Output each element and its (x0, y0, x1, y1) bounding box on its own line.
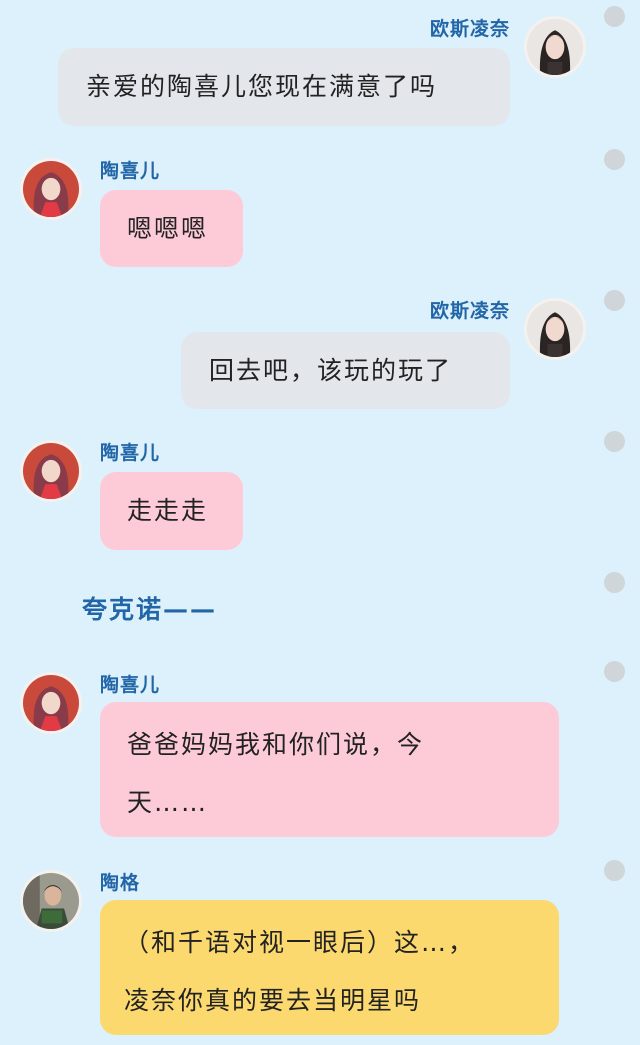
margin-dot (604, 860, 625, 881)
message-line: （和千语对视一眼后）这…， (124, 928, 476, 957)
speaker-name: 陶喜儿 (100, 160, 161, 182)
message-line: 爸爸妈妈我和你们说，今 (127, 730, 425, 759)
woman-pink-hair-avatar (20, 158, 82, 220)
woman-dark-hair-avatar (524, 298, 586, 360)
margin-dot (604, 431, 625, 452)
message-bubble: （和千语对视一眼后）这…， 凌奈你真的要去当明星吗 (100, 900, 559, 1035)
message-bubble: 爸爸妈妈我和你们说，今 天…… (100, 702, 559, 837)
message-bubble: 亲爱的陶喜儿您现在满意了吗 (58, 48, 510, 126)
message-line: 天…… (127, 788, 209, 817)
margin-dot (604, 149, 625, 170)
narration-text: 夸克诺—— (82, 595, 218, 624)
message-bubble: 走走走 (100, 472, 243, 550)
woman-pink-hair-avatar (20, 672, 82, 734)
margin-dot (604, 6, 625, 27)
message-bubble: 嗯嗯嗯 (100, 190, 243, 267)
woman-pink-hair-avatar (20, 440, 82, 502)
speaker-name: 陶格 (100, 872, 141, 894)
woman-dark-hair-avatar (524, 16, 586, 78)
margin-dot (604, 661, 625, 682)
speaker-name: 欧斯凌奈 (429, 18, 510, 40)
speaker-name: 陶喜儿 (100, 442, 161, 464)
margin-dot (604, 572, 625, 593)
margin-dot (604, 290, 625, 311)
speaker-name: 欧斯凌奈 (429, 300, 510, 322)
message-line: 凌奈你真的要去当明星吗 (124, 986, 422, 1015)
message-bubble: 回去吧，该玩的玩了 (181, 332, 510, 409)
man-reading-avatar (20, 870, 82, 932)
speaker-name: 陶喜儿 (100, 674, 161, 696)
